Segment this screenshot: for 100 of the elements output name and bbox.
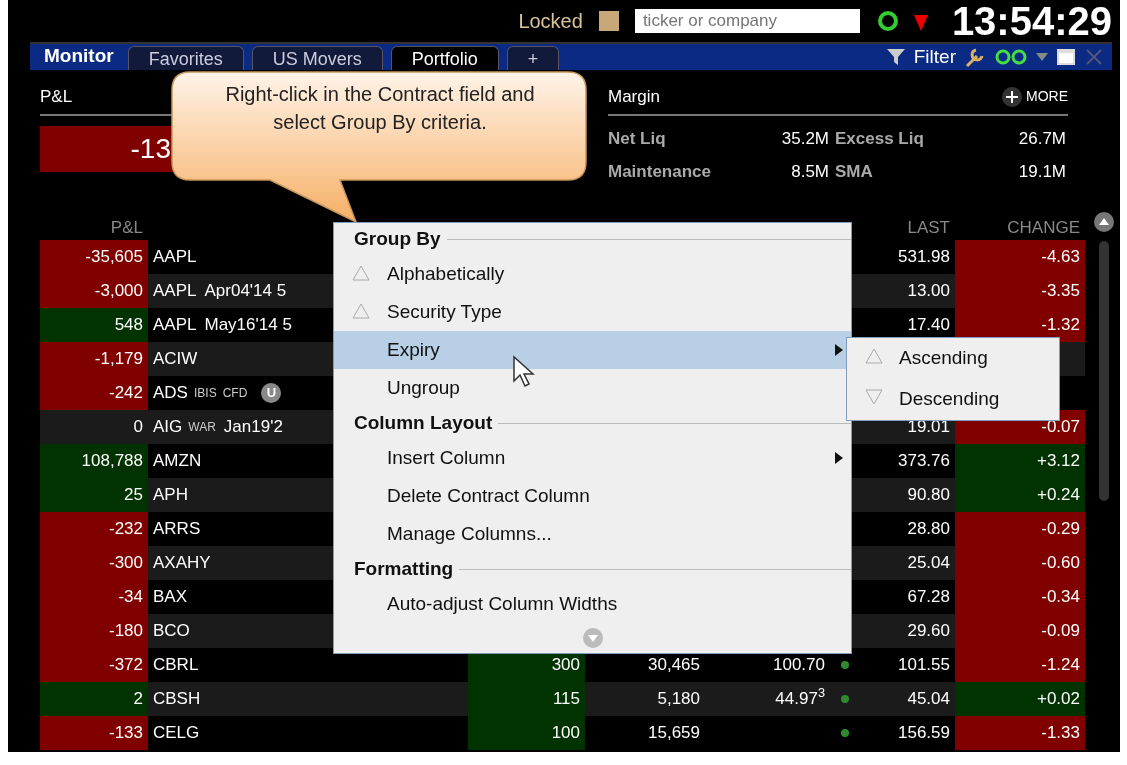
last-price-cell-text: 156.59 bbox=[897, 722, 951, 745]
market-value-cell-text: 30,465 bbox=[647, 654, 701, 677]
pnl-cell: 25 bbox=[40, 478, 148, 512]
contract-symbol[interactable]: ARRS bbox=[153, 516, 201, 542]
metric-label: Excess Liq bbox=[835, 127, 925, 150]
pnl-cell: -180 bbox=[40, 614, 148, 648]
change-cell: -3.35 bbox=[955, 274, 1085, 308]
last-price-cell-text: 13.00 bbox=[906, 280, 951, 303]
caret-icon[interactable] bbox=[1036, 53, 1048, 61]
metric-value: 8.5M bbox=[790, 161, 829, 183]
menu-item[interactable]: Delete Contract Column bbox=[334, 477, 851, 515]
more-button[interactable]: MORE bbox=[1002, 86, 1068, 108]
tab[interactable]: Portfolio bbox=[390, 46, 499, 70]
last-price-cell-text: 28.80 bbox=[906, 518, 951, 541]
menu-item[interactable]: Alphabetically bbox=[334, 255, 851, 293]
column-header[interactable]: CHANGE bbox=[955, 214, 1085, 240]
position-cell: 115 bbox=[468, 682, 585, 716]
change-cell: -0.60 bbox=[955, 546, 1085, 580]
ticker-search-field[interactable]: ticker or company bbox=[634, 9, 860, 33]
menu-item[interactable]: Manage Columns... bbox=[334, 515, 851, 553]
contract-tag: WAR bbox=[188, 418, 216, 436]
change-cell: +0.24 bbox=[955, 478, 1085, 512]
last-price-cell-text: 101.55 bbox=[897, 654, 951, 677]
menu-section-title: Formatting bbox=[354, 556, 454, 581]
change-cell: +3.12 bbox=[955, 444, 1085, 478]
contract-symbol[interactable]: AMZN bbox=[153, 448, 202, 474]
add-tab-button[interactable]: + bbox=[506, 46, 560, 70]
pnl-cell: -242 bbox=[40, 376, 148, 410]
link-icon[interactable] bbox=[994, 48, 1028, 66]
column-header[interactable]: LAST bbox=[860, 214, 955, 240]
contract-symbol[interactable]: APH bbox=[153, 482, 188, 508]
status-badge: U bbox=[261, 383, 282, 403]
pnl-cell: -232 bbox=[40, 512, 148, 546]
contract-detail: May16'14 5 bbox=[204, 314, 292, 337]
last-price-cell-text: 45.04 bbox=[906, 688, 951, 711]
metric-value: 35.2M bbox=[780, 127, 829, 150]
metric-value: 26.7M bbox=[1017, 127, 1066, 150]
contract-symbol[interactable]: AAPL bbox=[153, 244, 197, 270]
margin-title: Margin bbox=[608, 86, 660, 108]
pnl-cell: 2 bbox=[40, 682, 148, 716]
mouse-cursor-icon bbox=[512, 355, 538, 389]
pnl-cell: -372 bbox=[40, 648, 148, 682]
clock: 13:54:29 bbox=[951, 1, 1112, 41]
pnl-cell: -3,000 bbox=[40, 274, 148, 308]
last-price-cell-text: 29.60 bbox=[906, 620, 951, 643]
tab[interactable]: Favorites bbox=[127, 46, 244, 70]
menu-item[interactable]: Insert Column bbox=[334, 439, 851, 477]
metric-label: Maintenance bbox=[608, 161, 712, 183]
menu-section-title: Group By bbox=[354, 226, 441, 251]
contract-symbol[interactable]: CELG bbox=[153, 720, 200, 746]
scrollbar-thumb[interactable] bbox=[1099, 241, 1109, 501]
contract-symbol[interactable]: CBSH bbox=[153, 686, 201, 712]
market-value-cell-text: 5,180 bbox=[656, 688, 701, 711]
avg-price-cell-text: 100.70 bbox=[772, 654, 826, 677]
menu-item[interactable]: Security Type bbox=[334, 293, 851, 331]
monitor-title: Monitor bbox=[43, 43, 115, 68]
window-icon[interactable] bbox=[1056, 48, 1076, 66]
last-price-cell-text: 531.98 bbox=[897, 246, 951, 269]
filter-icon[interactable] bbox=[885, 47, 906, 67]
position-cell: 100 bbox=[468, 716, 585, 750]
pnl-cell: -300 bbox=[40, 546, 148, 580]
avg-price-cell-text: 44.97$^{3}$ bbox=[774, 683, 826, 711]
pnl-cell-text: 0 bbox=[132, 416, 144, 439]
metric-label: SMA bbox=[835, 161, 874, 183]
contract-symbol[interactable]: BCO bbox=[153, 618, 190, 644]
column-header[interactable]: P&L bbox=[40, 214, 148, 240]
menu-item[interactable]: Auto-adjust Column Widths bbox=[334, 585, 851, 623]
contract-symbol[interactable]: AAPL bbox=[153, 278, 197, 304]
contract-symbol[interactable]: CBRL bbox=[153, 652, 199, 678]
plus-icon bbox=[1002, 86, 1022, 107]
change-cell: -0.29 bbox=[955, 512, 1085, 546]
pnl-cell: -1,179 bbox=[40, 342, 148, 376]
change-cell: -0.09 bbox=[955, 614, 1085, 648]
contract-symbol[interactable]: ADS bbox=[153, 380, 188, 406]
contract-symbol[interactable]: ACIW bbox=[153, 346, 198, 372]
lock-icon bbox=[598, 11, 619, 31]
contract-detail: Jan19'2 bbox=[223, 416, 283, 439]
metric-label: Net Liq bbox=[608, 127, 667, 150]
change-cell: -1.33 bbox=[955, 716, 1085, 750]
pnl-cell: -34 bbox=[40, 580, 148, 614]
contract-detail: Apr04'14 5 bbox=[204, 280, 287, 303]
last-price-cell-text: 373.76 bbox=[897, 450, 951, 473]
pnl-cell: -35,605 bbox=[40, 240, 148, 274]
contract-symbol[interactable]: AAPL bbox=[153, 312, 197, 338]
menu-item[interactable]: Expiry bbox=[334, 331, 851, 369]
lock-label: Locked bbox=[518, 9, 583, 34]
scroll-up-icon[interactable] bbox=[1093, 211, 1115, 233]
filter-button[interactable]: Filter bbox=[913, 42, 956, 72]
change-cell: -4.63 bbox=[955, 240, 1085, 274]
callout-text: Right-click in the Contract field and select Group By criteria. bbox=[224, 82, 536, 135]
last-price-cell-text: 17.40 bbox=[906, 314, 951, 337]
contract-symbol[interactable]: BAX bbox=[153, 584, 188, 610]
change-cell: -1.24 bbox=[955, 648, 1085, 682]
wrench-icon[interactable] bbox=[964, 46, 986, 68]
contract-symbol[interactable]: AIG bbox=[153, 414, 183, 440]
pnl-cell: 548 bbox=[40, 308, 148, 342]
contract-symbol[interactable]: AXAHY bbox=[153, 550, 211, 576]
change-cell: -0.34 bbox=[955, 580, 1085, 614]
tab[interactable]: US Movers bbox=[251, 46, 383, 70]
last-price-cell-text: 25.04 bbox=[906, 552, 951, 575]
